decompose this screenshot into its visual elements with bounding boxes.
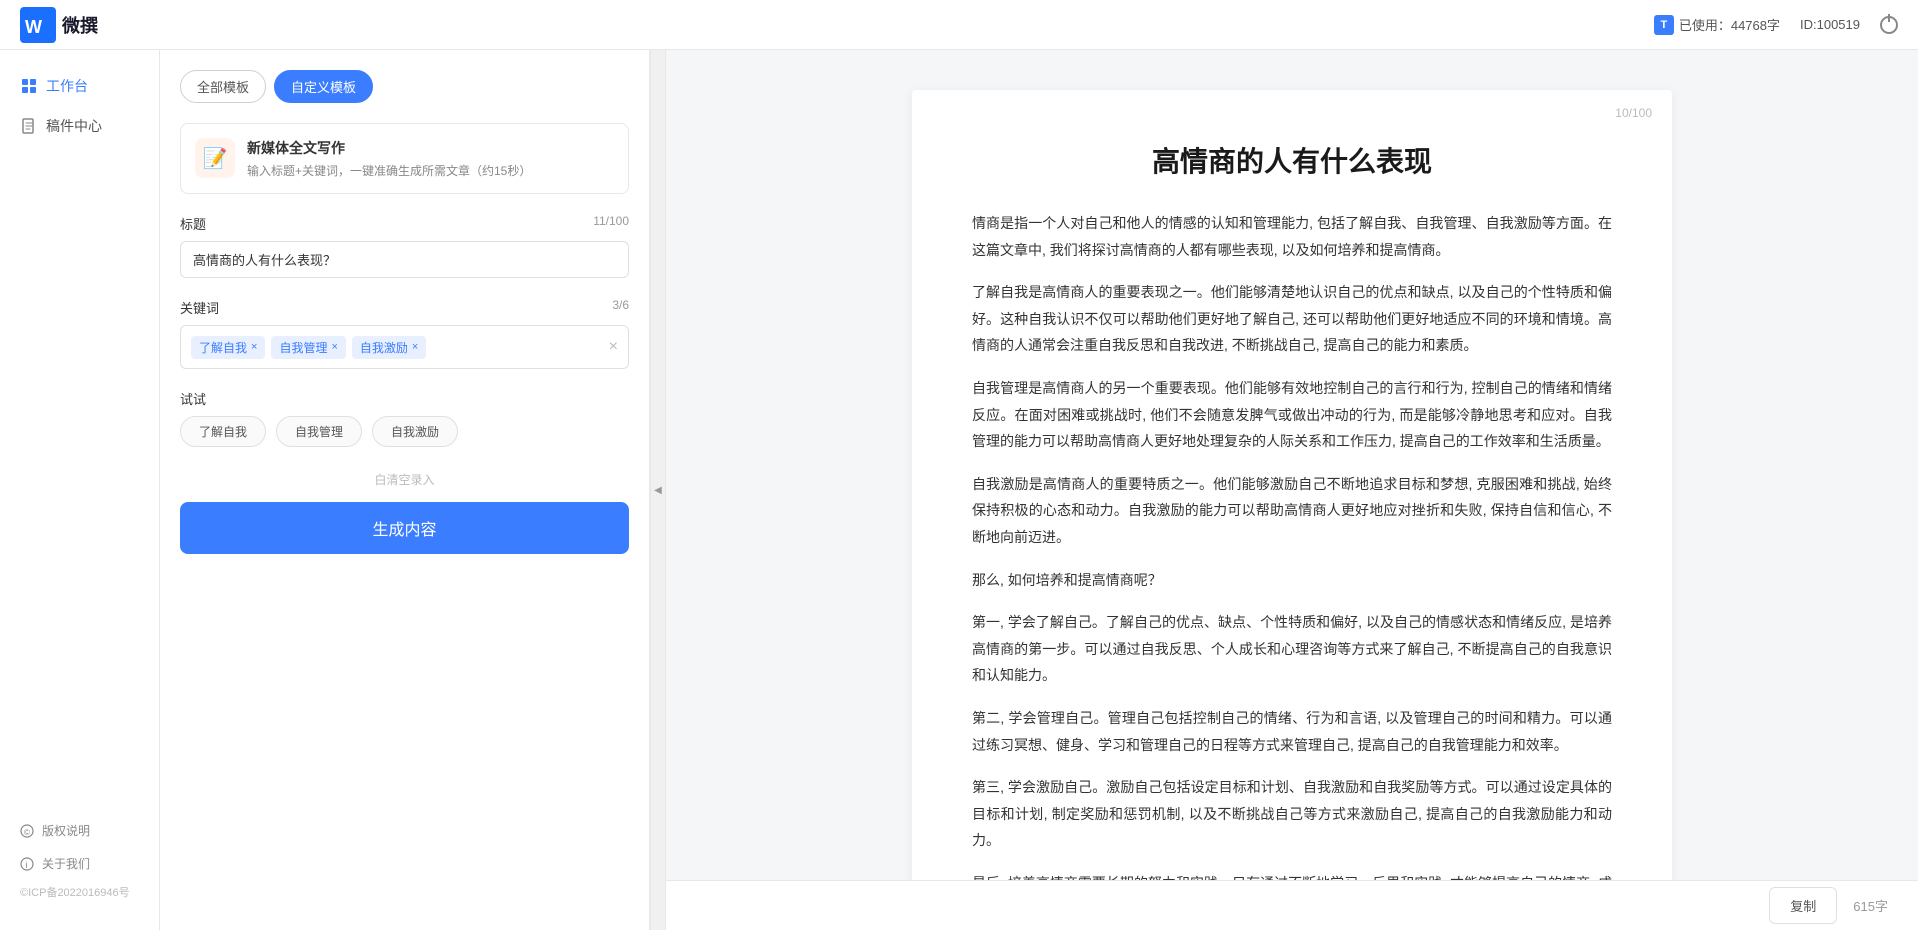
usage-label: 已使用：44768字 [1679, 15, 1780, 34]
copyright-label: 版权说明 [42, 822, 90, 839]
keywords-count: 3/6 [612, 298, 629, 317]
tab-custom[interactable]: 自定义模板 [274, 70, 373, 103]
clear-hint[interactable]: 白清空录入 [180, 467, 629, 492]
sidebar-label-workbench: 工作台 [46, 76, 88, 96]
topbar-left: W 微撰 [20, 7, 98, 43]
preview-paragraph-2: 自我管理是高情商人的另一个重要表现。他们能够有效地控制自己的言行和行为, 控制自… [972, 375, 1612, 455]
remove-keyword-2[interactable]: × [412, 341, 418, 353]
logo-icon: W [20, 7, 56, 43]
logo: W 微撰 [20, 7, 98, 43]
collapse-handle[interactable] [650, 50, 666, 930]
keywords-label: 关键词 3/6 [180, 298, 629, 317]
preview-paragraph-5: 第一, 学会了解自己。了解自己的优点、缺点、个性特质和偏好, 以及自己的情感状态… [972, 609, 1612, 689]
svg-text:i: i [26, 860, 28, 870]
template-info: 新媒体全文写作 输入标题+关键词，一键准确生成所需文章（约15秒） [247, 138, 614, 179]
copy-button[interactable]: 复制 [1769, 887, 1837, 924]
template-name: 新媒体全文写作 [247, 138, 614, 158]
svg-text:W: W [25, 17, 42, 37]
usage-info: T 已使用：44768字 [1654, 15, 1780, 35]
topbar: W 微撰 T 已使用：44768字 ID:100519 [0, 0, 1918, 50]
keywords-section: 关键词 3/6 了解自我 × 自我管理 × 自我激励 × [180, 298, 629, 369]
keywords-box[interactable]: 了解自我 × 自我管理 × 自我激励 × × [180, 325, 629, 369]
template-desc: 输入标题+关键词，一键准确生成所需文章（约15秒） [247, 162, 614, 179]
usage-icon: T [1654, 15, 1674, 35]
sidebar-item-about[interactable]: i 关于我们 [0, 847, 159, 880]
word-count: 615字 [1853, 896, 1888, 915]
preview-paragraph-6: 第二, 学会管理自己。管理自己包括控制自己的情绪、行为和言语, 以及管理自己的时… [972, 705, 1612, 758]
tab-bar: 全部模板 自定义模板 [180, 70, 629, 103]
example-tag-1[interactable]: 自我管理 [276, 416, 362, 447]
sidebar: 工作台 稿件中心 © 版权说明 i 关于我们 ©ICP备2022016946号 [0, 50, 160, 930]
preview-container: 10/100 高情商的人有什么表现 情商是指一个人对自己和他人的情感的认知和管理… [666, 50, 1918, 880]
title-section: 标题 11/100 [180, 214, 629, 278]
id-label: ID:100519 [1800, 17, 1860, 32]
svg-text:©: © [24, 828, 30, 837]
example-section: 试试 了解自我 自我管理 自我激励 [180, 389, 629, 447]
example-tags: 了解自我 自我管理 自我激励 [180, 416, 629, 447]
left-panel: 全部模板 自定义模板 📝 新媒体全文写作 输入标题+关键词，一键准确生成所需文章… [160, 50, 650, 930]
right-panel: 10/100 高情商的人有什么表现 情商是指一个人对自己和他人的情感的认知和管理… [666, 50, 1918, 930]
example-tag-2[interactable]: 自我激励 [372, 416, 458, 447]
preview-paragraph-4: 那么, 如何培养和提高情商呢？ [972, 567, 1612, 594]
keyword-tag-1[interactable]: 自我管理 × [271, 336, 345, 359]
preview-paragraph-1: 了解自我是高情商人的重要表现之一。他们能够清楚地认识自己的优点和缺点, 以及自己… [972, 279, 1612, 359]
title-count: 11/100 [593, 214, 629, 233]
preview-title: 高情商的人有什么表现 [972, 140, 1612, 180]
preview-doc: 10/100 高情商的人有什么表现 情商是指一个人对自己和他人的情感的认知和管理… [912, 90, 1672, 880]
sidebar-item-copyright[interactable]: © 版权说明 [0, 814, 159, 847]
remove-keyword-1[interactable]: × [331, 341, 337, 353]
title-input[interactable] [180, 241, 629, 278]
power-icon[interactable] [1880, 16, 1898, 34]
sidebar-bottom: © 版权说明 i 关于我们 ©ICP备2022016946号 [0, 814, 159, 914]
main-layout: 工作台 稿件中心 © 版权说明 i 关于我们 ©ICP备2022016946号 [0, 50, 1918, 930]
sidebar-label-drafts: 稿件中心 [46, 116, 102, 136]
keyword-tag-2[interactable]: 自我激励 × [352, 336, 426, 359]
example-tag-0[interactable]: 了解自我 [180, 416, 266, 447]
template-card[interactable]: 📝 新媒体全文写作 输入标题+关键词，一键准确生成所需文章（约15秒） [180, 123, 629, 194]
remove-keyword-0[interactable]: × [251, 341, 257, 353]
preview-bottom: 复制 615字 [666, 880, 1918, 930]
tab-all[interactable]: 全部模板 [180, 70, 266, 103]
generate-button[interactable]: 生成内容 [180, 502, 629, 554]
page-count: 10/100 [1615, 106, 1652, 120]
preview-paragraph-7: 第三, 学会激励自己。激励自己包括设定目标和计划、自我激励和自我奖励等方式。可以… [972, 774, 1612, 854]
preview-paragraph-0: 情商是指一个人对自己和他人的情感的认知和管理能力, 包括了解自我、自我管理、自我… [972, 210, 1612, 263]
preview-paragraph-8: 最后, 培养高情商需要长期的努力和实践。只有通过不断地学习、反思和实践, 才能够… [972, 870, 1612, 880]
keyword-tag-0[interactable]: 了解自我 × [191, 336, 265, 359]
preview-paragraph-3: 自我激励是高情商人的重要特质之一。他们能够激励自己不断地追求目标和梦想, 克服困… [972, 471, 1612, 551]
keywords-clear-icon[interactable]: × [609, 338, 618, 356]
title-label: 标题 11/100 [180, 214, 629, 233]
sidebar-item-workbench[interactable]: 工作台 [0, 66, 159, 106]
preview-body: 情商是指一个人对自己和他人的情感的认知和管理能力, 包括了解自我、自我管理、自我… [972, 210, 1612, 880]
content-area: 全部模板 自定义模板 📝 新媒体全文写作 输入标题+关键词，一键准确生成所需文章… [160, 50, 1918, 930]
template-icon: 📝 [195, 138, 235, 178]
example-label: 试试 [180, 389, 629, 408]
sidebar-item-drafts[interactable]: 稿件中心 [0, 106, 159, 146]
grid-icon [20, 77, 38, 95]
icp-copyright: ©ICP备2022016946号 [0, 880, 159, 904]
file-icon [20, 117, 38, 135]
topbar-right: T 已使用：44768字 ID:100519 [1654, 15, 1898, 35]
logo-text: 微撰 [62, 12, 98, 38]
about-label: 关于我们 [42, 855, 90, 872]
